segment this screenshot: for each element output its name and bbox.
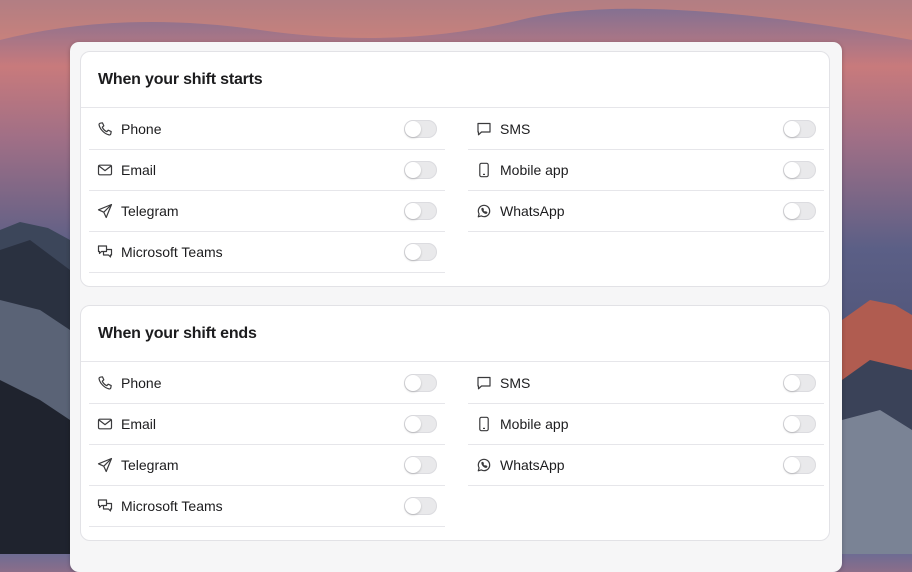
- smartphone-icon: [476, 162, 492, 178]
- phone-icon: [97, 375, 113, 391]
- channel-label: Microsoft Teams: [121, 244, 223, 260]
- toggle-knob: [405, 162, 421, 178]
- toggle-knob: [784, 416, 800, 432]
- toggle-knob: [405, 375, 421, 391]
- section-title: When your shift ends: [98, 324, 257, 342]
- toggle-knob: [405, 457, 421, 473]
- channel-row: Microsoft Teams: [89, 232, 445, 273]
- mail-icon: [97, 416, 113, 432]
- channel-toggle[interactable]: [783, 161, 816, 179]
- smartphone-icon: [476, 416, 492, 432]
- channel-toggle[interactable]: [404, 497, 437, 515]
- channel-label: Mobile app: [500, 162, 569, 178]
- channel-label: Phone: [121, 375, 162, 391]
- toggle-knob: [784, 203, 800, 219]
- channel-row: Email: [89, 404, 445, 445]
- channel-label: Microsoft Teams: [121, 498, 223, 514]
- toggle-knob: [405, 416, 421, 432]
- channel-row: SMS: [468, 109, 824, 150]
- send-icon: [97, 457, 113, 473]
- message-icon: [476, 121, 492, 137]
- chat-bubbles-icon: [97, 244, 113, 260]
- card-header: When your shift starts: [81, 52, 829, 108]
- toggle-knob: [784, 375, 800, 391]
- channel-row: Phone: [89, 363, 445, 404]
- toggle-knob: [405, 121, 421, 137]
- channel-label: Email: [121, 162, 157, 178]
- channel-row: Telegram: [89, 191, 445, 232]
- whatsapp-icon: [476, 457, 492, 473]
- card-header: When your shift ends: [81, 306, 829, 362]
- phone-icon: [97, 121, 113, 137]
- channel-toggle[interactable]: [783, 202, 816, 220]
- send-icon: [97, 203, 113, 219]
- channel-label: SMS: [500, 375, 531, 391]
- channel-toggle[interactable]: [404, 374, 437, 392]
- toggle-knob: [405, 203, 421, 219]
- channel-row: WhatsApp: [468, 445, 824, 486]
- channel-label: SMS: [500, 121, 531, 137]
- channel-toggle[interactable]: [404, 243, 437, 261]
- whatsapp-icon: [476, 203, 492, 219]
- channel-toggle[interactable]: [783, 374, 816, 392]
- channel-toggle[interactable]: [783, 120, 816, 138]
- channel-toggle[interactable]: [783, 456, 816, 474]
- mail-icon: [97, 162, 113, 178]
- channel-toggle[interactable]: [404, 415, 437, 433]
- channel-row: Phone: [89, 109, 445, 150]
- toggle-knob: [784, 457, 800, 473]
- channel-label: Email: [121, 416, 157, 432]
- channel-label: Telegram: [121, 457, 179, 473]
- channel-toggle[interactable]: [783, 415, 816, 433]
- channel-row: Mobile app: [468, 404, 824, 445]
- channel-label: Telegram: [121, 203, 179, 219]
- channel-row: Email: [89, 150, 445, 191]
- channel-row: Telegram: [89, 445, 445, 486]
- channel-label: WhatsApp: [500, 203, 565, 219]
- chat-bubbles-icon: [97, 498, 113, 514]
- channel-label: Phone: [121, 121, 162, 137]
- toggle-knob: [784, 121, 800, 137]
- section-title: When your shift starts: [98, 70, 263, 88]
- channel-row: WhatsApp: [468, 191, 824, 232]
- channel-label: Mobile app: [500, 416, 569, 432]
- channel-row: SMS: [468, 363, 824, 404]
- channel-toggle[interactable]: [404, 456, 437, 474]
- toggle-knob: [405, 244, 421, 260]
- channel-toggle[interactable]: [404, 120, 437, 138]
- channel-row: Mobile app: [468, 150, 824, 191]
- toggle-knob: [784, 162, 800, 178]
- channel-label: WhatsApp: [500, 457, 565, 473]
- toggle-knob: [405, 498, 421, 514]
- channel-row: Microsoft Teams: [89, 486, 445, 527]
- message-icon: [476, 375, 492, 391]
- shift-starts-card: When your shift starts Phone Email Telegra…: [80, 51, 830, 287]
- shift-ends-card: When your shift ends Phone Email Telegram M…: [80, 305, 830, 541]
- channel-toggle[interactable]: [404, 161, 437, 179]
- notification-settings-panel: When your shift starts Phone Email Telegra…: [70, 42, 842, 572]
- channel-toggle[interactable]: [404, 202, 437, 220]
